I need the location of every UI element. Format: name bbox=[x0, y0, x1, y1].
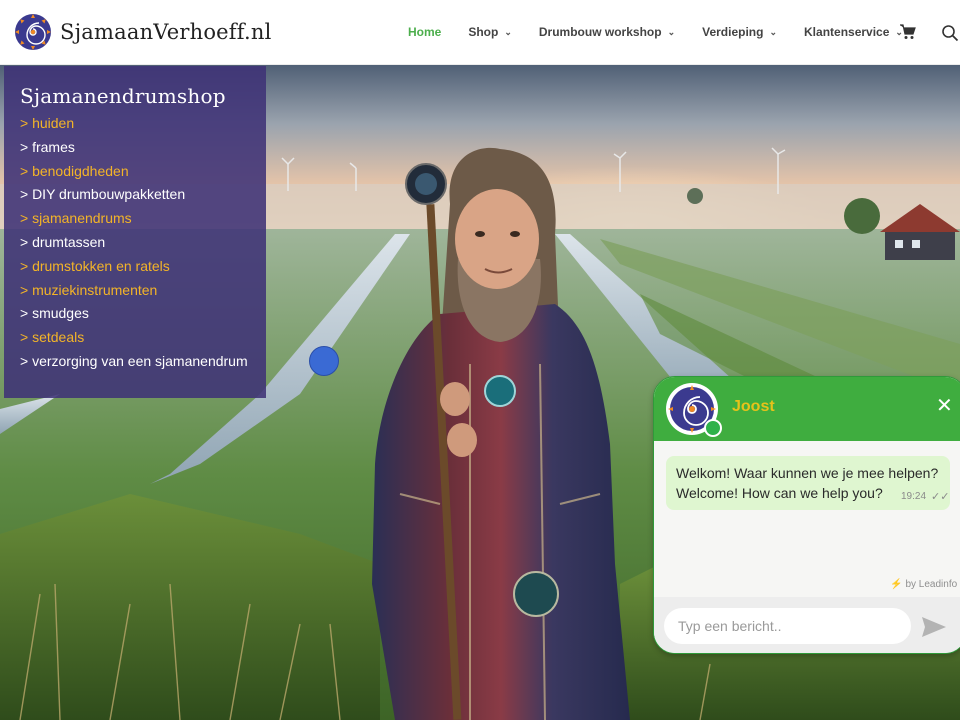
main-nav: Home Shop ⌄ Drumbouw workshop ⌄ Verdiepi… bbox=[408, 0, 930, 64]
site-name[interactable]: SjamaanVerhoeff.nl bbox=[60, 20, 272, 44]
category-panel: Sjamanendrumshop > huiden > frames > ben… bbox=[4, 66, 266, 398]
spiral-logo-icon bbox=[15, 14, 51, 50]
chat-message-line-1: Welkom! Waar kunnen we je mee helpen? bbox=[676, 465, 939, 481]
chat-widget: Joost ✕ Welkom! Waar kunnen we je mee he… bbox=[653, 376, 960, 654]
send-icon[interactable] bbox=[922, 617, 946, 637]
category-link-smudges[interactable]: > smudges bbox=[20, 302, 248, 326]
category-link-diy-drumbouwpakketten[interactable]: > DIY drumbouwpakketten bbox=[20, 183, 248, 207]
nav-drumbouw-workshop[interactable]: Drumbouw workshop ⌄ bbox=[539, 25, 675, 39]
chevron-down-icon: ⌄ bbox=[769, 26, 778, 37]
category-list: > huiden > frames > benodigdheden > DIY … bbox=[20, 112, 248, 374]
carousel-dot[interactable] bbox=[309, 346, 339, 376]
category-link-setdeals[interactable]: > setdeals bbox=[20, 326, 248, 350]
category-link-sjamanendrums[interactable]: > sjamanendrums bbox=[20, 207, 248, 231]
powered-by-text: by Leadinfo bbox=[905, 579, 958, 590]
category-link-verzorging[interactable]: > verzorging van een sjamanendrum bbox=[20, 350, 248, 374]
category-link-drumtassen[interactable]: > drumtassen bbox=[20, 231, 248, 255]
bolt-icon: ⚡ bbox=[890, 579, 903, 590]
powered-by-leadinfo[interactable]: ⚡ by Leadinfo bbox=[890, 579, 957, 590]
chat-message-line-2: Welcome! How can we help you? bbox=[676, 485, 883, 501]
category-link-huiden[interactable]: > huiden bbox=[20, 112, 248, 136]
search-icon[interactable] bbox=[941, 24, 959, 42]
nav-verdieping[interactable]: Verdieping ⌄ bbox=[702, 25, 777, 39]
chat-message-input[interactable] bbox=[664, 608, 911, 644]
category-panel-title: Sjamanendrumshop bbox=[20, 84, 226, 108]
nav-home-label: Home bbox=[408, 25, 442, 39]
chevron-down-icon: ⌄ bbox=[504, 26, 512, 37]
chat-header: Joost ✕ bbox=[654, 377, 960, 441]
whatsapp-icon bbox=[704, 419, 722, 437]
nav-klantenservice[interactable]: Klantenservice ⌄ bbox=[804, 25, 903, 39]
nav-shop-label: Shop bbox=[468, 25, 499, 39]
nav-verdieping-label: Verdieping bbox=[702, 25, 764, 39]
nav-klantenservice-label: Klantenservice bbox=[804, 25, 890, 39]
chat-footer bbox=[654, 597, 960, 653]
chat-message-bubble: Welkom! Waar kunnen we je mee helpen? We… bbox=[666, 456, 950, 510]
nav-home[interactable]: Home bbox=[408, 25, 441, 39]
site-header: SjamaanVerhoeff.nl Home Shop ⌄ Drumbouw … bbox=[0, 0, 960, 65]
site-logo[interactable]: SjamaanVerhoeff.nl bbox=[14, 13, 272, 51]
chevron-down-icon: ⌄ bbox=[667, 26, 676, 37]
chat-messages: Welkom! Waar kunnen we je mee helpen? We… bbox=[654, 441, 960, 597]
cart-icon[interactable] bbox=[900, 24, 916, 40]
category-link-drumstokken-en-ratels[interactable]: > drumstokken en ratels bbox=[20, 255, 248, 279]
category-link-frames[interactable]: > frames bbox=[20, 136, 248, 160]
nav-shop[interactable]: Shop ⌄ bbox=[468, 25, 512, 39]
nav-drumbouw-workshop-label: Drumbouw workshop bbox=[538, 25, 662, 39]
double-check-icon: ✓✓ bbox=[931, 490, 950, 503]
close-icon[interactable]: ✕ bbox=[936, 395, 953, 415]
category-link-muziekinstrumenten[interactable]: > muziekinstrumenten bbox=[20, 279, 248, 303]
chat-agent-name: Joost bbox=[732, 398, 775, 415]
category-link-benodigdheden[interactable]: > benodigdheden bbox=[20, 160, 248, 184]
chat-message-time: 19:24 bbox=[901, 491, 927, 502]
